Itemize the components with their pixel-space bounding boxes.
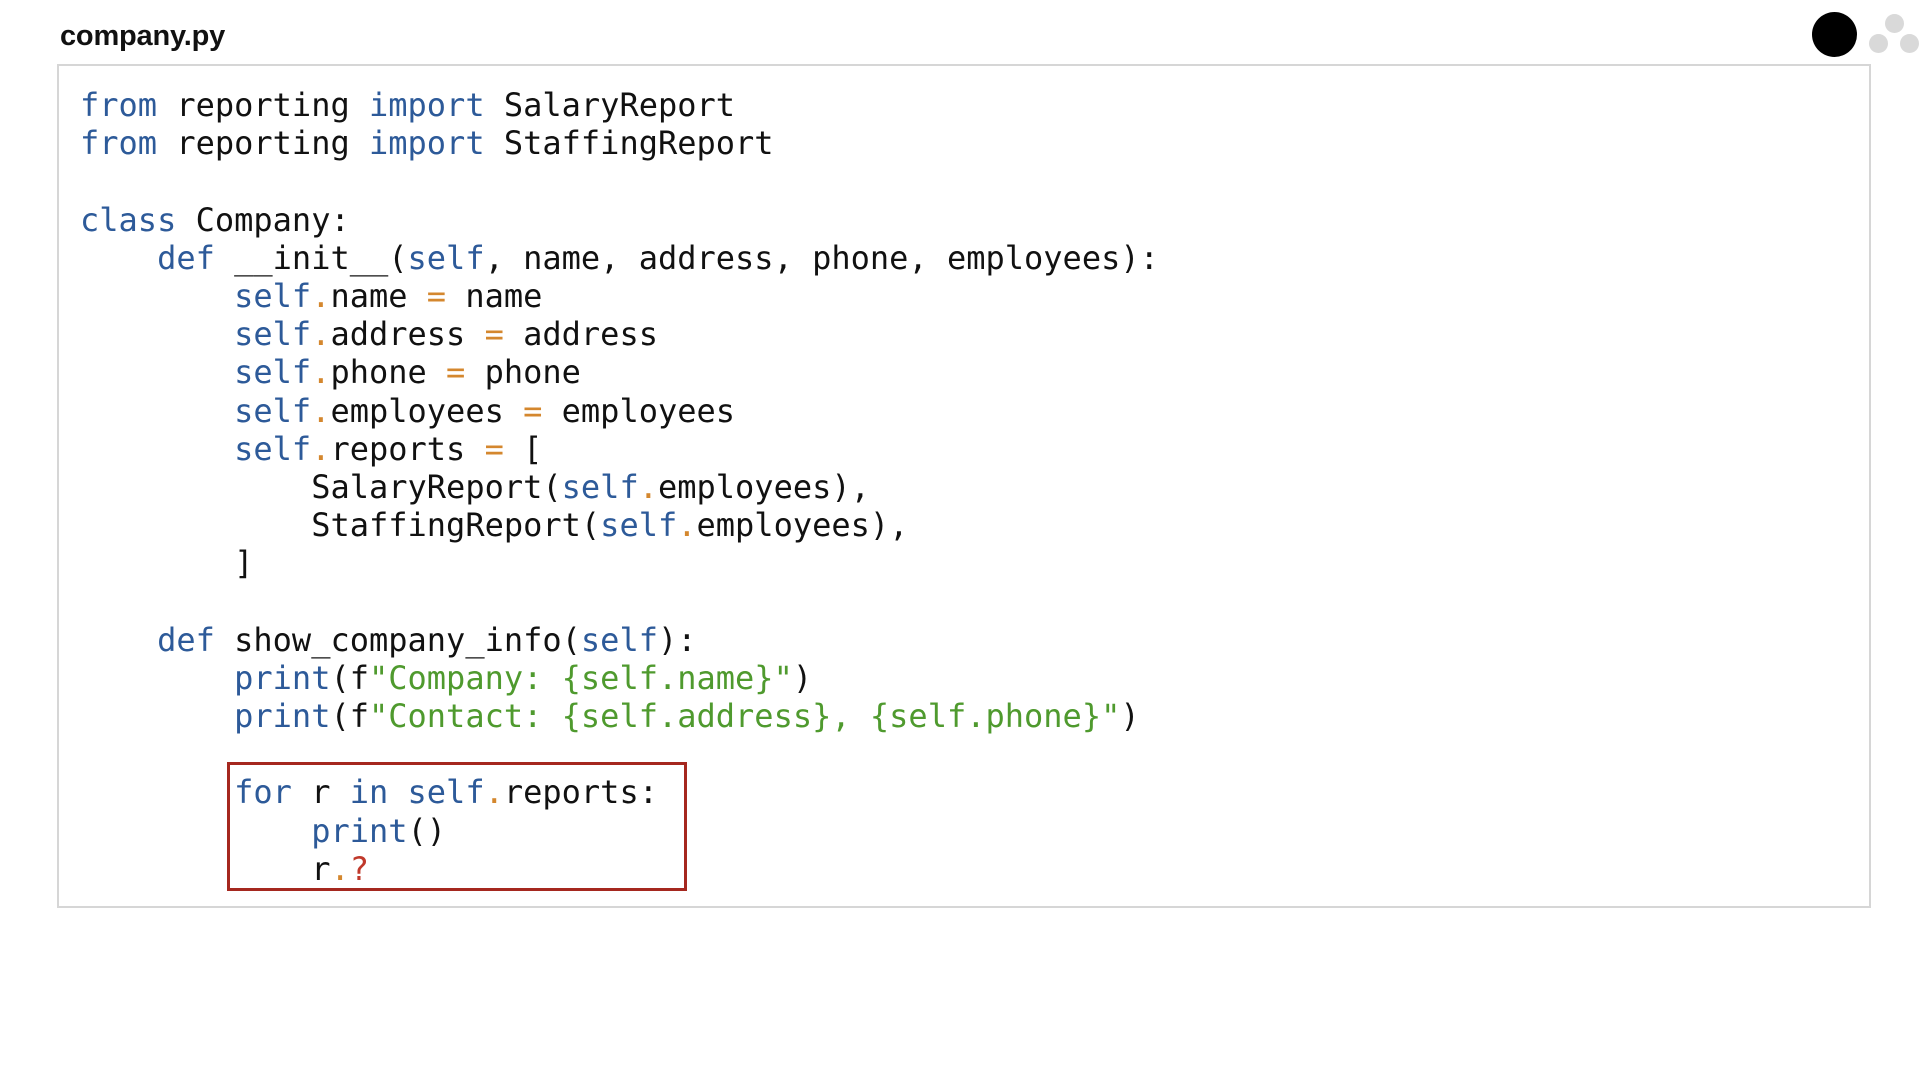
code-token: =	[484, 315, 504, 354]
code-line: self.employees = employees	[80, 392, 1159, 430]
code-token: def	[157, 238, 215, 277]
code-line: SalaryReport(self.employees),	[80, 468, 1159, 506]
code-token: from	[80, 124, 158, 163]
code-token: self	[234, 315, 312, 354]
code-token: self	[600, 506, 678, 545]
code-token: .	[311, 276, 331, 315]
code-token: (f	[330, 658, 369, 697]
file-title: company.py	[60, 20, 226, 52]
code-token: self	[580, 620, 658, 659]
code-token: =	[426, 276, 447, 315]
code-token: StaffingReport(	[80, 506, 601, 545]
progress-dot-active	[1812, 12, 1857, 57]
code-line: from reporting import SalaryReport	[80, 86, 1159, 124]
code-token: )	[1120, 697, 1140, 735]
code-panel: from reporting import SalaryReport from r…	[57, 64, 1871, 908]
code-token: Company:	[176, 200, 350, 239]
code-line: def __init__(self, name, address, phone,…	[80, 239, 1159, 277]
code-token: address	[503, 315, 658, 354]
code-token: def	[157, 620, 215, 659]
code-token: self	[234, 429, 312, 468]
code-token: SalaryReport	[484, 86, 736, 124]
code-token: .	[311, 353, 331, 392]
code-token: reports	[330, 429, 485, 468]
code-token: StaffingReport	[484, 124, 774, 163]
progress-dot	[1869, 34, 1888, 53]
code-line: self.phone = phone	[80, 353, 1159, 391]
code-token: reporting	[157, 86, 369, 124]
code-token: import	[368, 124, 485, 163]
code-line: StaffingReport(self.employees),	[80, 506, 1159, 544]
code-line: print(f"Company: {self.name}")	[80, 659, 1159, 697]
progress-dot	[1900, 34, 1919, 53]
code-token: =	[484, 429, 504, 468]
code-line: print(f"Contact: {self.address}, {self.p…	[80, 697, 1159, 735]
code-token: .	[311, 315, 331, 354]
code-line: self.reports = [	[80, 430, 1159, 468]
code-token: employees	[542, 391, 736, 430]
code-token: employees	[330, 391, 524, 430]
code-line: def show_company_info(self):	[80, 621, 1159, 659]
code-token: [	[503, 429, 543, 468]
code-token: .	[677, 506, 697, 545]
highlighted-code-region	[227, 762, 687, 891]
code-token: phone	[330, 353, 447, 392]
code-token: self	[234, 276, 312, 315]
code-token: class	[80, 200, 177, 239]
code-token: =	[523, 391, 543, 430]
code-token: show_company_info(	[214, 620, 581, 659]
code-token: self	[407, 238, 485, 277]
code-line: class Company:	[80, 201, 1159, 239]
code-token: employees),	[696, 506, 909, 545]
code-line: self.address = address	[80, 315, 1159, 353]
code-token: SalaryReport(	[80, 467, 562, 506]
code-token: .	[311, 391, 331, 430]
code-token: ):	[657, 620, 697, 659]
code-token: .	[638, 467, 658, 506]
code-token: phone	[465, 353, 581, 392]
code-token: ]	[80, 544, 254, 583]
code-token: )	[792, 658, 813, 697]
code-line: from reporting import StaffingReport	[80, 124, 1159, 162]
progress-dot	[1885, 14, 1904, 33]
code-token: employees),	[657, 467, 870, 506]
code-token: name	[446, 276, 543, 315]
code-token: import	[368, 86, 485, 124]
code-token: (f	[330, 697, 369, 735]
code-token: reporting	[157, 124, 369, 163]
code-token: name	[330, 276, 427, 315]
code-token: .	[311, 429, 331, 468]
code-token: print	[234, 697, 331, 735]
code-token: from	[80, 86, 158, 124]
code-token: print	[234, 658, 331, 697]
code-token: self	[234, 353, 312, 392]
code-token: "Contact: {self.address}, {self.phone}"	[368, 697, 1121, 735]
code-line: self.name = name	[80, 277, 1159, 315]
code-token: __init__(	[214, 238, 408, 277]
code-token: , name, address, phone, employees):	[484, 238, 1159, 277]
code-token: address	[330, 315, 485, 354]
code-token: =	[446, 353, 466, 392]
code-line: ]	[80, 544, 1159, 582]
code-token: self	[561, 467, 639, 506]
code-token: "Company: {self.name}"	[368, 658, 793, 697]
code-token: self	[234, 391, 312, 430]
